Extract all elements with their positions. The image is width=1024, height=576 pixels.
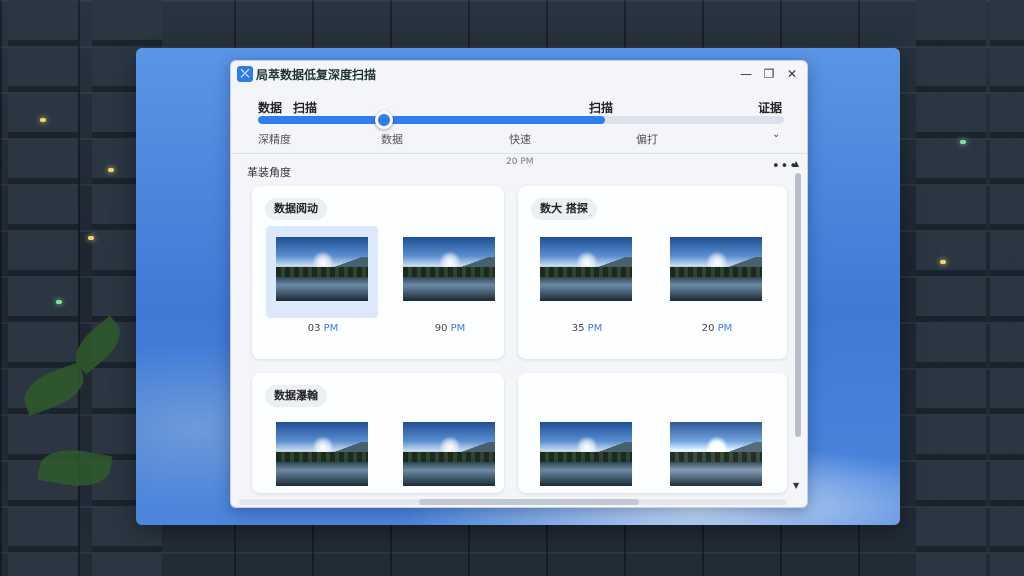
- progress-fill: [258, 116, 606, 124]
- card-title: 数据瀑翰: [265, 385, 327, 407]
- card-title: 数据阅动: [265, 198, 327, 220]
- landscape-photo: [540, 422, 632, 486]
- landscape-photo: [403, 237, 495, 301]
- ruler-label: 20 PM: [506, 157, 534, 167]
- server-led: [940, 260, 946, 264]
- thumbnail[interactable]: [540, 422, 634, 488]
- scrollbar-thumb[interactable]: [419, 499, 639, 505]
- step-label-data[interactable]: 数据: [258, 99, 282, 116]
- thumbnail-time: 90 PM: [434, 323, 466, 334]
- app-logo-icon: ⤫: [237, 66, 253, 82]
- window-title: 局萃数据低复深度扫描: [256, 68, 377, 82]
- step-label-scan[interactable]: 扫描: [293, 99, 317, 116]
- landscape-photo: [670, 237, 762, 301]
- server-led: [56, 300, 62, 304]
- thumbnail-time: 20 PM: [701, 323, 733, 334]
- thumbnail[interactable]: [276, 422, 370, 488]
- thumbnail-selected[interactable]: [266, 226, 378, 318]
- scroll-up-icon[interactable]: ▲: [793, 159, 799, 168]
- landscape-photo: [540, 237, 632, 301]
- app-window: ⤫ 局萃数据低复深度扫描 — ❐ ✕ 数据 扫描 扫描 证据 深精度 数据 快速…: [230, 60, 808, 508]
- thumbnail-time: 03 PM: [307, 323, 339, 334]
- minimize-button[interactable]: —: [735, 64, 757, 84]
- server-led: [960, 140, 966, 144]
- scrollbar-thumb[interactable]: [795, 173, 801, 437]
- thumbnail-time: 35 PM: [571, 323, 603, 334]
- server-rack: [8, 0, 78, 576]
- scan-progress-bar[interactable]: [258, 111, 784, 129]
- result-card[interactable]: 数据阅动 03 PM 90 PM: [252, 186, 504, 359]
- landscape-photo: [276, 237, 368, 301]
- landscape-photo: [403, 422, 495, 486]
- landscape-photo: [670, 422, 762, 486]
- mode-offset[interactable]: 偏打: [636, 131, 658, 147]
- landscape-photo: [276, 422, 368, 486]
- result-card[interactable]: [518, 373, 787, 493]
- thumbnail[interactable]: [540, 237, 634, 303]
- thumbnail[interactable]: [670, 422, 764, 488]
- result-card[interactable]: 数据瀑翰: [252, 373, 504, 493]
- maximize-button[interactable]: ❐: [758, 64, 780, 84]
- server-led: [40, 118, 46, 122]
- mode-fast[interactable]: 快速: [509, 131, 531, 147]
- header-divider: [231, 153, 807, 154]
- thumbnail[interactable]: [403, 237, 497, 303]
- close-button[interactable]: ✕: [781, 64, 803, 84]
- server-led: [108, 168, 114, 172]
- server-rack: [990, 0, 1024, 576]
- card-title: 数大 搭探: [531, 198, 597, 220]
- chevron-down-icon[interactable]: ⌄: [772, 129, 780, 140]
- thumbnail[interactable]: [403, 422, 497, 488]
- title-bar[interactable]: ⤫ 局萃数据低复深度扫描 — ❐ ✕: [231, 61, 807, 87]
- mode-data[interactable]: 数据: [381, 131, 403, 147]
- result-card[interactable]: 数大 搭探 35 PM 20 PM: [518, 186, 787, 359]
- thumbnail[interactable]: [670, 237, 764, 303]
- server-led: [88, 236, 94, 240]
- section-title: 革装角度: [247, 166, 291, 179]
- server-rack: [916, 0, 986, 576]
- progress-handle[interactable]: [375, 111, 394, 129]
- step-label-evidence[interactable]: 证据: [758, 99, 782, 116]
- step-label-scan-2[interactable]: 扫描: [589, 99, 613, 116]
- vertical-scrollbar[interactable]: ▲ ▼: [791, 159, 803, 497]
- horizontal-scrollbar[interactable]: [239, 499, 787, 505]
- mode-deep-precision[interactable]: 深精度: [258, 131, 291, 147]
- scroll-down-icon[interactable]: ▼: [793, 481, 799, 490]
